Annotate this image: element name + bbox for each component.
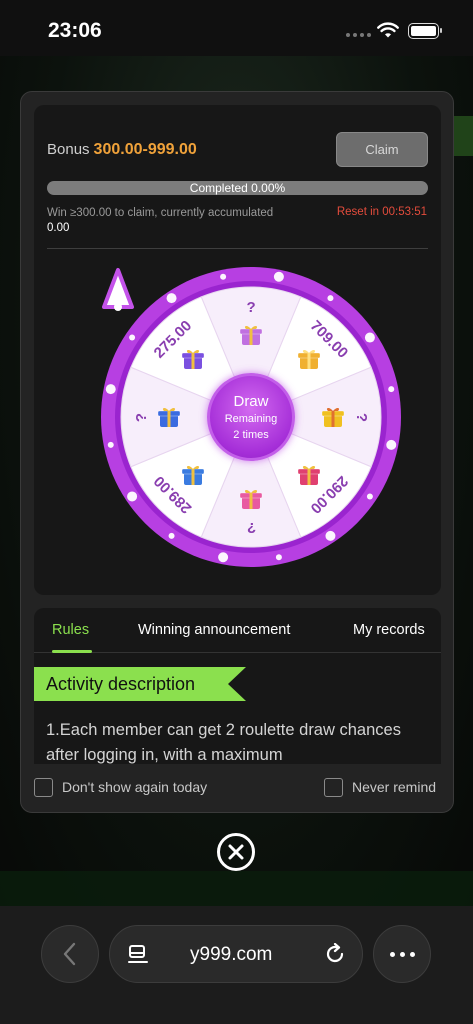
rules-heading: Activity description <box>46 674 196 694</box>
gift-box-icon <box>239 489 263 509</box>
rim-light <box>364 332 375 343</box>
battery-icon <box>408 23 442 39</box>
rim-light <box>275 554 282 561</box>
address-bar[interactable]: y999.com <box>109 925 363 983</box>
gift-box-icon <box>321 407 345 427</box>
active-tab-indicator <box>52 650 92 653</box>
rim-light <box>166 293 177 304</box>
rim-light <box>218 552 229 563</box>
signal-icon <box>346 33 371 37</box>
bonus-roulette-modal: Bonus 300.00-999.00 Claim Completed 0.00%… <box>20 91 454 813</box>
close-modal-button[interactable] <box>217 833 255 871</box>
rim-light <box>273 271 284 282</box>
bonus-panel: Bonus 300.00-999.00 Claim Completed 0.00%… <box>34 105 441 595</box>
rules-text: 1.Each member can get 2 roulette draw ch… <box>46 721 401 764</box>
dont-show-label[interactable]: Don't show again today <box>62 779 207 795</box>
more-options-button[interactable] <box>373 925 431 983</box>
draw-button[interactable]: Draw Remaining 2 times <box>207 373 295 461</box>
win-requirement-text: Win ≥300.00 to claim, currently accumula… <box>47 206 277 235</box>
rim-light <box>107 441 114 448</box>
tab-my-records[interactable]: My records <box>353 622 425 638</box>
rim-light <box>127 491 138 502</box>
bonus-label: Bonus 300.00-999.00 <box>47 141 197 159</box>
gift-box-icon <box>297 349 321 370</box>
status-bar: 23:06 <box>0 0 473 56</box>
gift-box-icon <box>181 349 205 370</box>
wheel-prize-label: ? <box>246 298 256 316</box>
url-text: y999.com <box>190 944 273 965</box>
more-dot <box>409 951 415 957</box>
gift-box-icon <box>239 325 263 345</box>
rim-light <box>105 384 116 395</box>
dont-show-checkbox[interactable] <box>34 778 53 797</box>
wheel-prize-label: ? <box>246 518 256 536</box>
chevron-left-icon <box>63 942 76 966</box>
wheel-prize-label: ? <box>352 412 370 422</box>
progress-text: Completed 0.00% <box>189 181 286 195</box>
info-panel: Rules Winning announcement My records Ac… <box>34 608 441 764</box>
wheel-pointer-icon <box>102 268 134 311</box>
accumulated-value: 0.00 <box>47 221 70 234</box>
bonus-label-text: Bonus <box>47 141 90 158</box>
wheel-prize-label: ? <box>132 412 150 422</box>
bonus-range: 300.00-999.00 <box>93 141 197 158</box>
rim-light <box>129 334 136 341</box>
reset-countdown: Reset in 00:53:51 <box>336 206 427 218</box>
page-menu-icon <box>128 945 148 963</box>
modal-footer: Don't show again today Never remind <box>21 764 453 812</box>
draw-label: Draw <box>233 392 269 410</box>
remaining-times: 2 times <box>233 428 269 441</box>
never-remind-checkbox[interactable] <box>324 778 343 797</box>
progress-bar: Completed 0.00% <box>47 181 428 195</box>
browser-toolbar: y999.com <box>0 906 473 1024</box>
rim-light <box>366 493 373 500</box>
reload-icon[interactable] <box>324 943 346 965</box>
rim-light <box>220 273 227 280</box>
rim-light <box>325 530 336 541</box>
rim-light <box>168 532 175 539</box>
back-button[interactable] <box>41 925 99 983</box>
rim-light <box>388 386 395 393</box>
roulette-wheel: Draw Remaining 2 times ? 709.00 ? 290.00… <box>101 267 401 567</box>
gift-box-icon <box>297 465 321 485</box>
win-text: Win ≥300.00 to claim, currently accumula… <box>47 207 274 219</box>
tab-winning-announcement[interactable]: Winning announcement <box>138 622 290 638</box>
more-dot <box>399 951 405 957</box>
tab-bar: Rules Winning announcement My records <box>34 608 441 653</box>
status-time: 23:06 <box>48 19 102 42</box>
wifi-icon <box>377 22 399 38</box>
remaining-label: Remaining <box>224 412 278 425</box>
rim-light <box>386 439 397 450</box>
claim-button[interactable]: Claim <box>336 132 428 167</box>
gift-box-icon <box>181 465 205 485</box>
divider <box>47 248 428 249</box>
tab-rules[interactable]: Rules <box>52 622 89 638</box>
rim-light <box>327 295 334 302</box>
gift-box-icon <box>157 407 181 427</box>
never-remind-label[interactable]: Never remind <box>352 779 436 795</box>
close-icon <box>228 844 244 860</box>
more-dot <box>389 951 395 957</box>
